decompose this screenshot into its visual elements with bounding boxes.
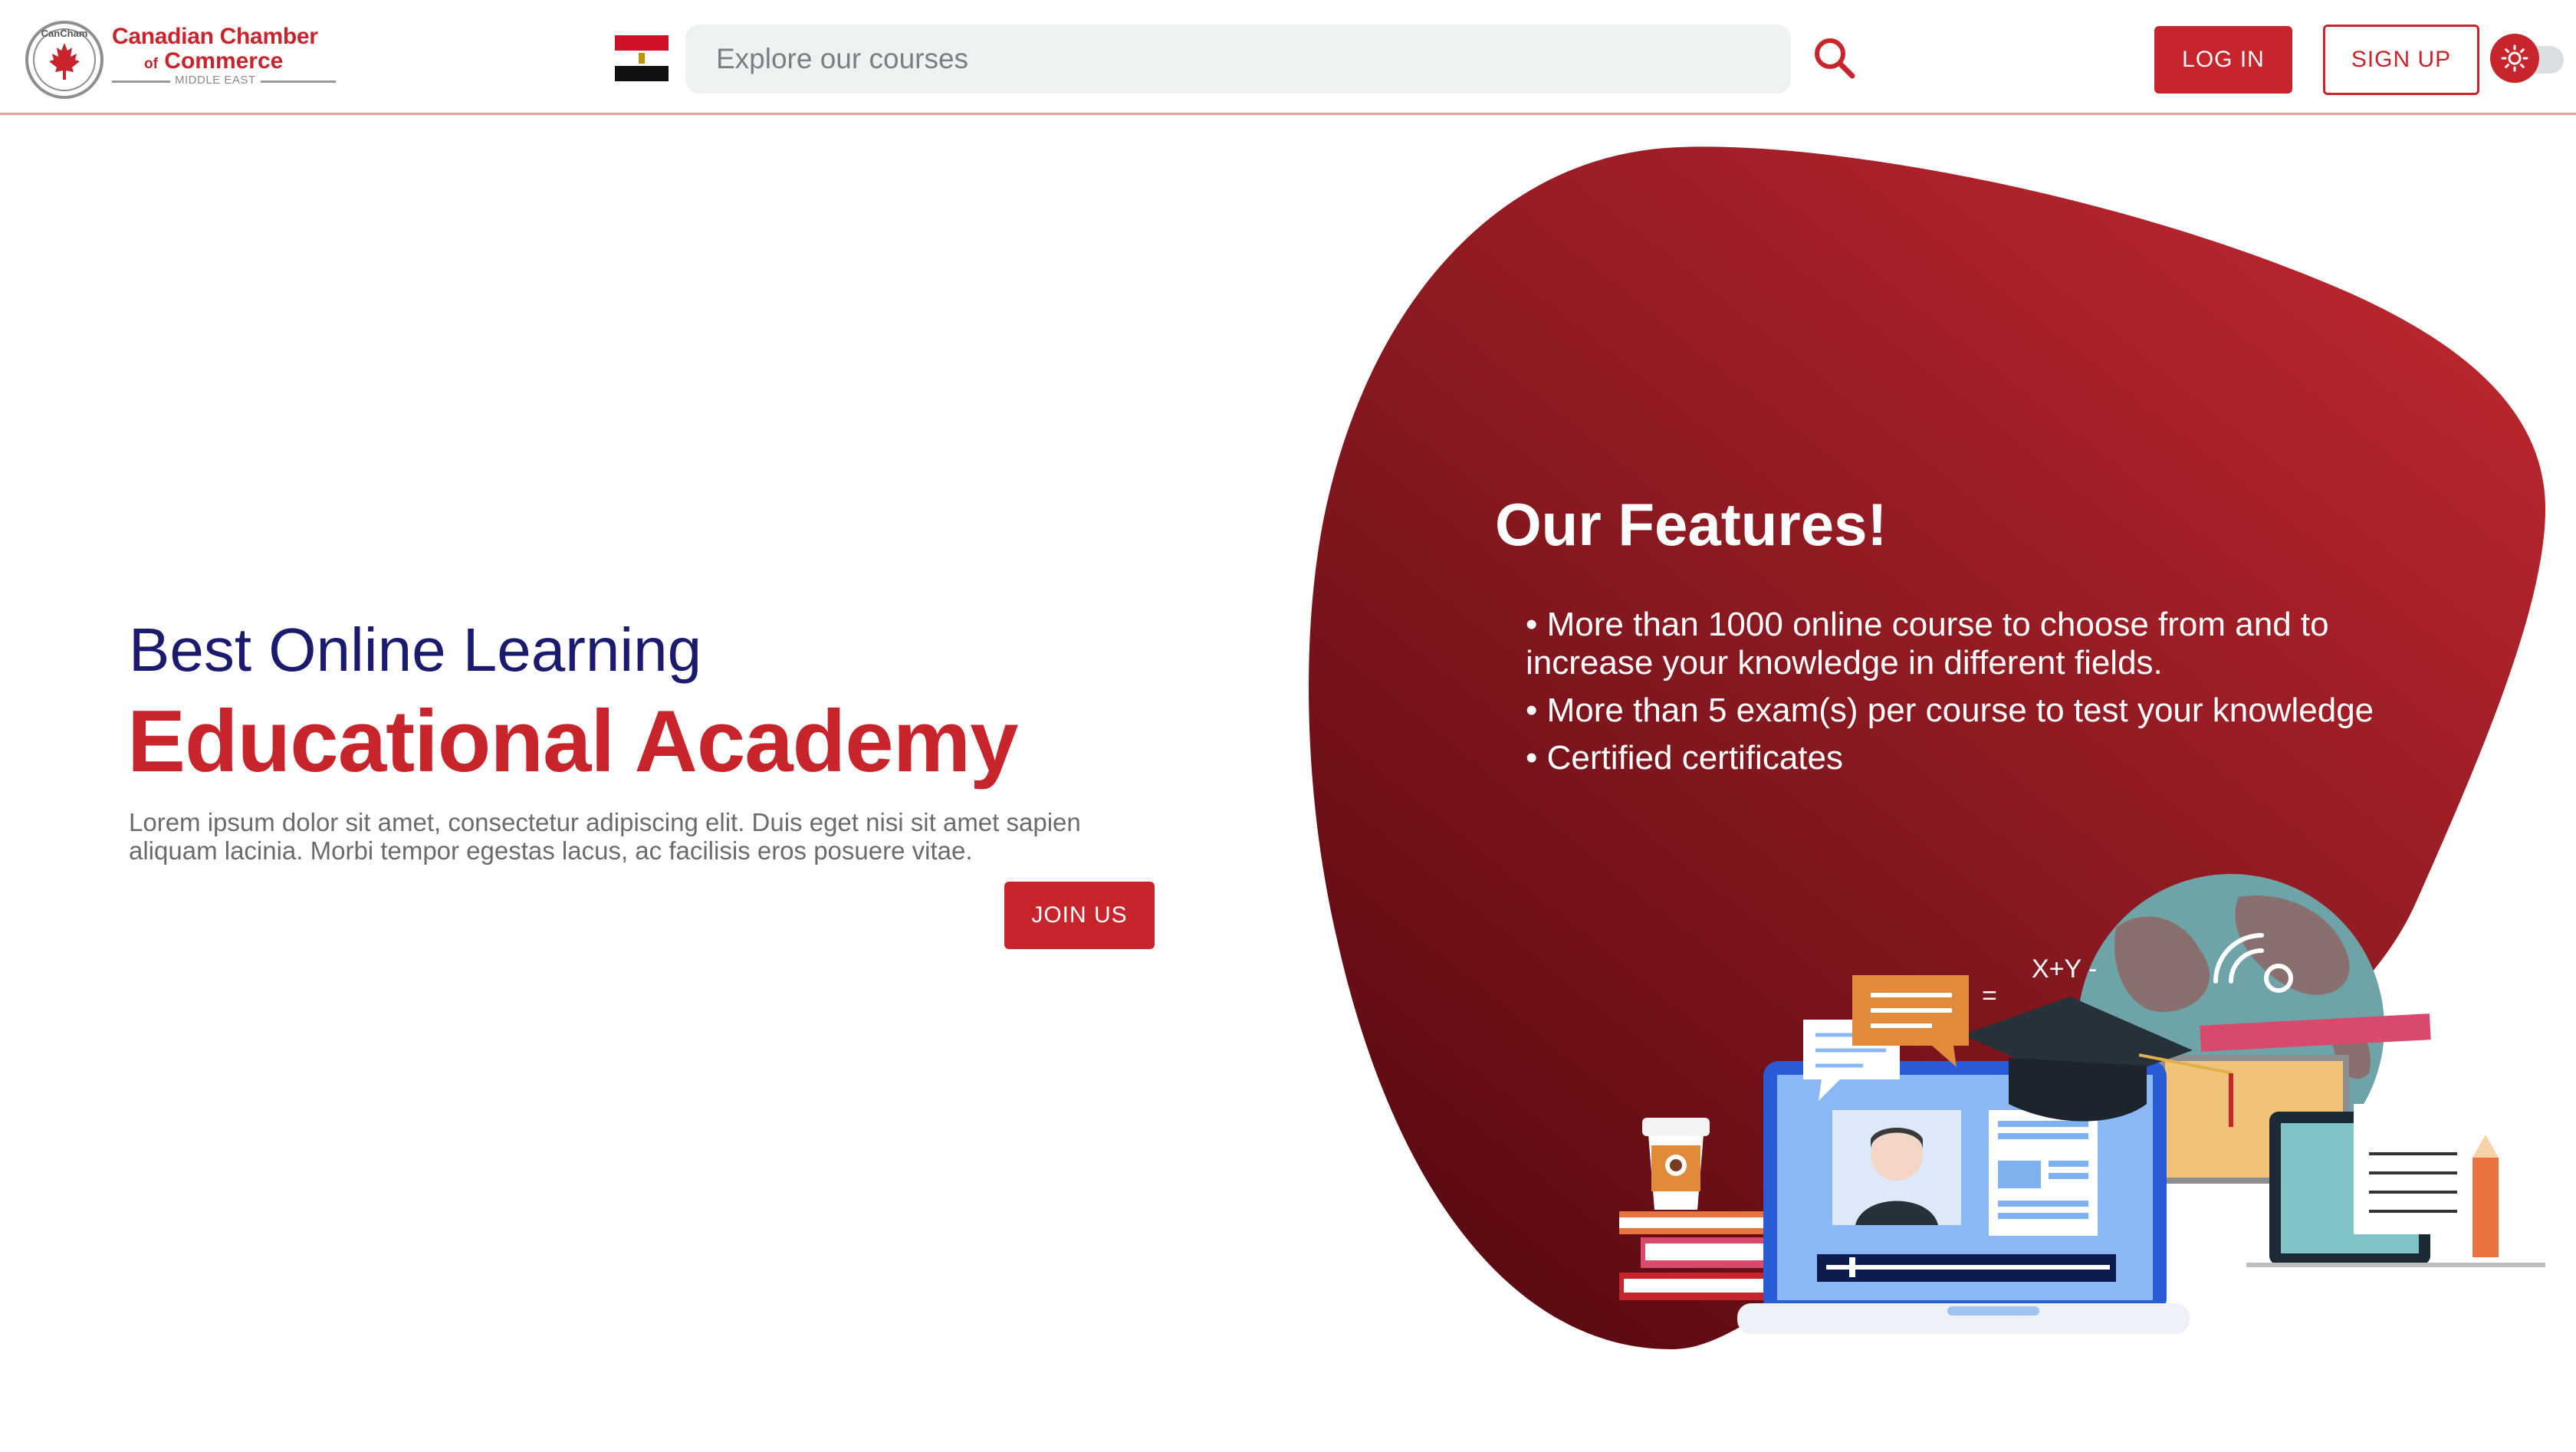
coffee-cup-icon <box>1642 1118 1710 1210</box>
equals-text: = <box>1982 981 1997 1010</box>
question-text: ? <box>2423 1055 2451 1106</box>
online-learning-illustration: X+Y - = + ? <box>1619 874 2545 1334</box>
document-icon <box>2354 1104 2476 1234</box>
formula-text: X+Y - <box>2032 954 2097 984</box>
pencil-icon <box>2472 1135 2499 1257</box>
plus-text: + <box>2377 1054 2394 1088</box>
books-icon <box>1619 1211 1780 1300</box>
